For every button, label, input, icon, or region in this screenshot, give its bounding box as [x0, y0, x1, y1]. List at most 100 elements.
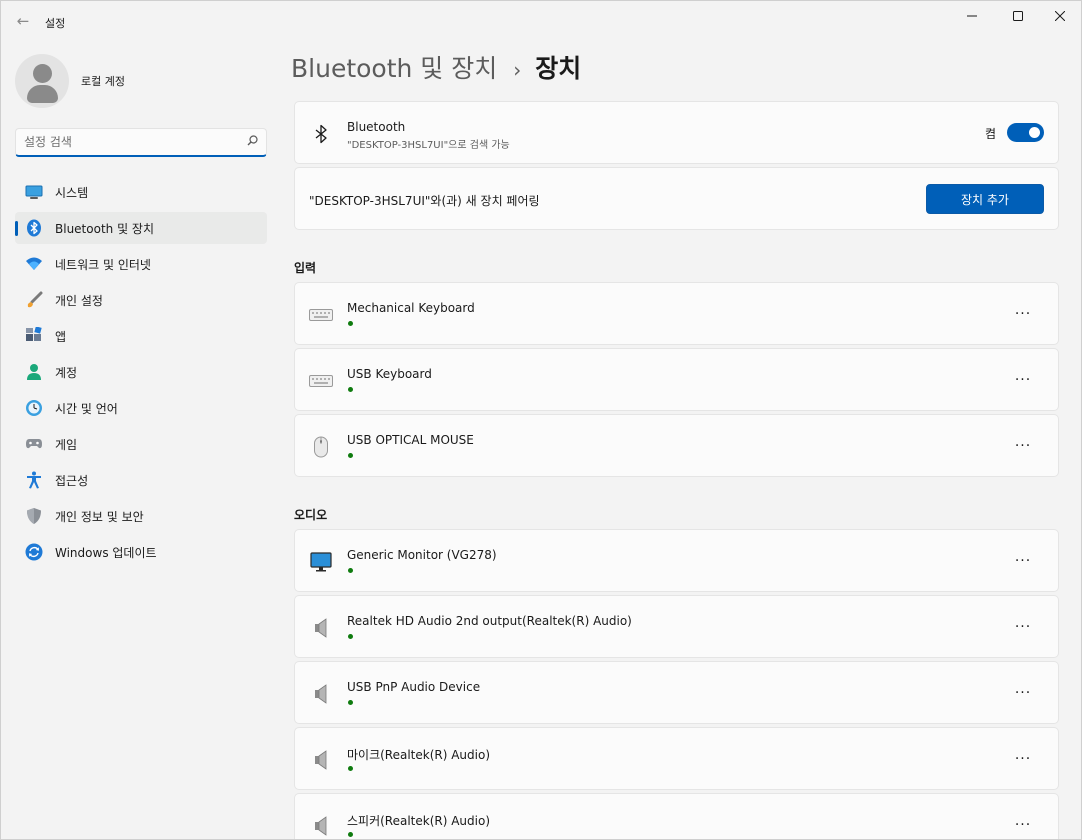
sidebar-item-label: 접근성: [55, 473, 89, 488]
privacy-shield-icon: [25, 507, 43, 525]
maximize-button[interactable]: [995, 1, 1041, 31]
settings-window: ← 설정 로컬 계정 시스템: [0, 0, 1082, 840]
sidebar-item-apps[interactable]: 앱: [15, 320, 267, 352]
profile-name: 로컬 계정: [81, 75, 125, 88]
connected-status-dot: [348, 387, 353, 392]
back-arrow-icon: ←: [16, 12, 30, 30]
title-bar: ← 설정: [1, 1, 1081, 41]
minimize-button[interactable]: [949, 1, 995, 31]
time-language-icon: [25, 399, 43, 417]
account-icon: [25, 363, 43, 381]
sidebar-item-label: Windows 업데이트: [55, 545, 157, 560]
sidebar-item-label: 개인 설정: [55, 293, 103, 308]
connected-status-dot: [348, 832, 353, 837]
sidebar-item-gaming[interactable]: 게임: [15, 428, 267, 460]
device-name: Realtek HD Audio 2nd output(Realtek(R) A…: [347, 614, 632, 628]
sidebar-item-label: 게임: [55, 437, 78, 452]
more-options-button[interactable]: ···: [1008, 303, 1038, 325]
network-icon: [25, 255, 43, 273]
breadcrumb-separator: ›: [513, 58, 522, 82]
page-title: 장치: [535, 54, 582, 83]
more-options-button[interactable]: ···: [1008, 435, 1038, 457]
bluetooth-discoverable-text: "DESKTOP-3HSL7UI"으로 검색 가능: [347, 140, 510, 151]
sidebar-item-label: Bluetooth 및 장치: [55, 221, 155, 236]
apps-icon: [25, 327, 43, 345]
device-card[interactable]: Realtek HD Audio 2nd output(Realtek(R) A…: [294, 595, 1059, 658]
add-device-button[interactable]: 장치 추가: [926, 184, 1044, 214]
sidebar-nav: 시스템 Bluetooth 및 장치 네트워크 및 인터넷 개인 설정 앱 계정…: [15, 176, 267, 572]
pair-device-text: "DESKTOP-3HSL7UI"와(과) 새 장치 페어링: [309, 194, 540, 208]
device-card[interactable]: 스피커(Realtek(R) Audio) ···: [294, 793, 1059, 839]
sidebar-item-label: 계정: [55, 365, 78, 380]
connected-status-dot: [348, 766, 353, 771]
app-title: 설정: [45, 17, 66, 30]
device-name: Mechanical Keyboard: [347, 301, 475, 315]
search-input[interactable]: [24, 135, 247, 149]
sidebar-item-windows-update[interactable]: Windows 업데이트: [15, 536, 267, 568]
breadcrumb-parent[interactable]: Bluetooth 및 장치: [291, 49, 497, 85]
bluetooth-icon: [25, 219, 43, 237]
windows-update-icon: [25, 543, 43, 561]
close-button[interactable]: [1037, 1, 1081, 31]
speaker-icon: [309, 616, 333, 640]
device-name: USB Keyboard: [347, 367, 432, 381]
gaming-icon: [25, 435, 43, 453]
breadcrumb: Bluetooth 및 장치 › 장치: [291, 49, 581, 89]
device-name: USB PnP Audio Device: [347, 680, 481, 694]
more-options-button[interactable]: ···: [1008, 682, 1038, 704]
device-card[interactable]: USB OPTICAL MOUSE ···: [294, 414, 1059, 477]
keyboard-icon: [309, 369, 333, 393]
sidebar-item-accessibility[interactable]: 접근성: [15, 464, 267, 496]
sidebar-item-time-language[interactable]: 시간 및 언어: [15, 392, 267, 424]
sidebar-item-personalization[interactable]: 개인 설정: [15, 284, 267, 316]
section-title-input: 입력: [294, 261, 317, 275]
more-options-button[interactable]: ···: [1008, 369, 1038, 391]
device-card[interactable]: Generic Monitor (VG278) ···: [294, 529, 1059, 592]
system-icon: [25, 183, 43, 201]
toggle-state-label: 켬: [984, 127, 996, 141]
sidebar-item-label: 개인 정보 및 보안: [55, 509, 144, 524]
device-name: 마이크(Realtek(R) Audio): [347, 748, 491, 762]
search-icon[interactable]: [247, 135, 258, 149]
speaker-icon: [309, 814, 333, 838]
sidebar-item-network[interactable]: 네트워크 및 인터넷: [15, 248, 267, 280]
back-button[interactable]: ←: [9, 7, 37, 35]
more-options-button[interactable]: ···: [1008, 814, 1038, 836]
sidebar-item-privacy[interactable]: 개인 정보 및 보안: [15, 500, 267, 532]
connected-status-dot: [348, 321, 353, 326]
mouse-icon: [309, 435, 333, 459]
personalization-icon: [25, 291, 43, 309]
bluetooth-toggle[interactable]: [1007, 123, 1044, 142]
more-options-button[interactable]: ···: [1008, 550, 1038, 572]
accessibility-icon: [25, 471, 43, 489]
sidebar-item-label: 시간 및 언어: [55, 401, 118, 416]
user-profile[interactable]: 로컬 계정: [15, 53, 125, 109]
device-card[interactable]: USB PnP Audio Device ···: [294, 661, 1059, 724]
sidebar-item-bluetooth[interactable]: Bluetooth 및 장치: [15, 212, 267, 244]
keyboard-icon: [309, 303, 333, 327]
device-name: 스피커(Realtek(R) Audio): [347, 814, 491, 828]
device-card[interactable]: 마이크(Realtek(R) Audio) ···: [294, 727, 1059, 790]
speaker-icon: [309, 682, 333, 706]
sidebar-item-system[interactable]: 시스템: [15, 176, 267, 208]
more-options-button[interactable]: ···: [1008, 748, 1038, 770]
more-options-button[interactable]: ···: [1008, 616, 1038, 638]
maximize-icon: [1013, 11, 1023, 21]
sidebar-item-label: 앱: [55, 329, 67, 344]
pair-device-card: "DESKTOP-3HSL7UI"와(과) 새 장치 페어링 장치 추가: [294, 167, 1059, 230]
speaker-icon: [309, 748, 333, 772]
search-box[interactable]: [15, 128, 267, 157]
device-card[interactable]: USB Keyboard ···: [294, 348, 1059, 411]
bluetooth-card: Bluetooth "DESKTOP-3HSL7UI"으로 검색 가능 켬: [294, 101, 1059, 164]
device-name: USB OPTICAL MOUSE: [347, 433, 474, 447]
connected-status-dot: [348, 568, 353, 573]
bluetooth-title: Bluetooth: [347, 120, 406, 134]
avatar: [15, 54, 69, 108]
close-icon: [1055, 11, 1065, 21]
sidebar-item-label: 시스템: [55, 185, 89, 200]
sidebar-item-accounts[interactable]: 계정: [15, 356, 267, 388]
device-card[interactable]: Mechanical Keyboard ···: [294, 282, 1059, 345]
connected-status-dot: [348, 453, 353, 458]
device-name: Generic Monitor (VG278): [347, 548, 497, 562]
sidebar-item-label: 네트워크 및 인터넷: [55, 257, 151, 272]
